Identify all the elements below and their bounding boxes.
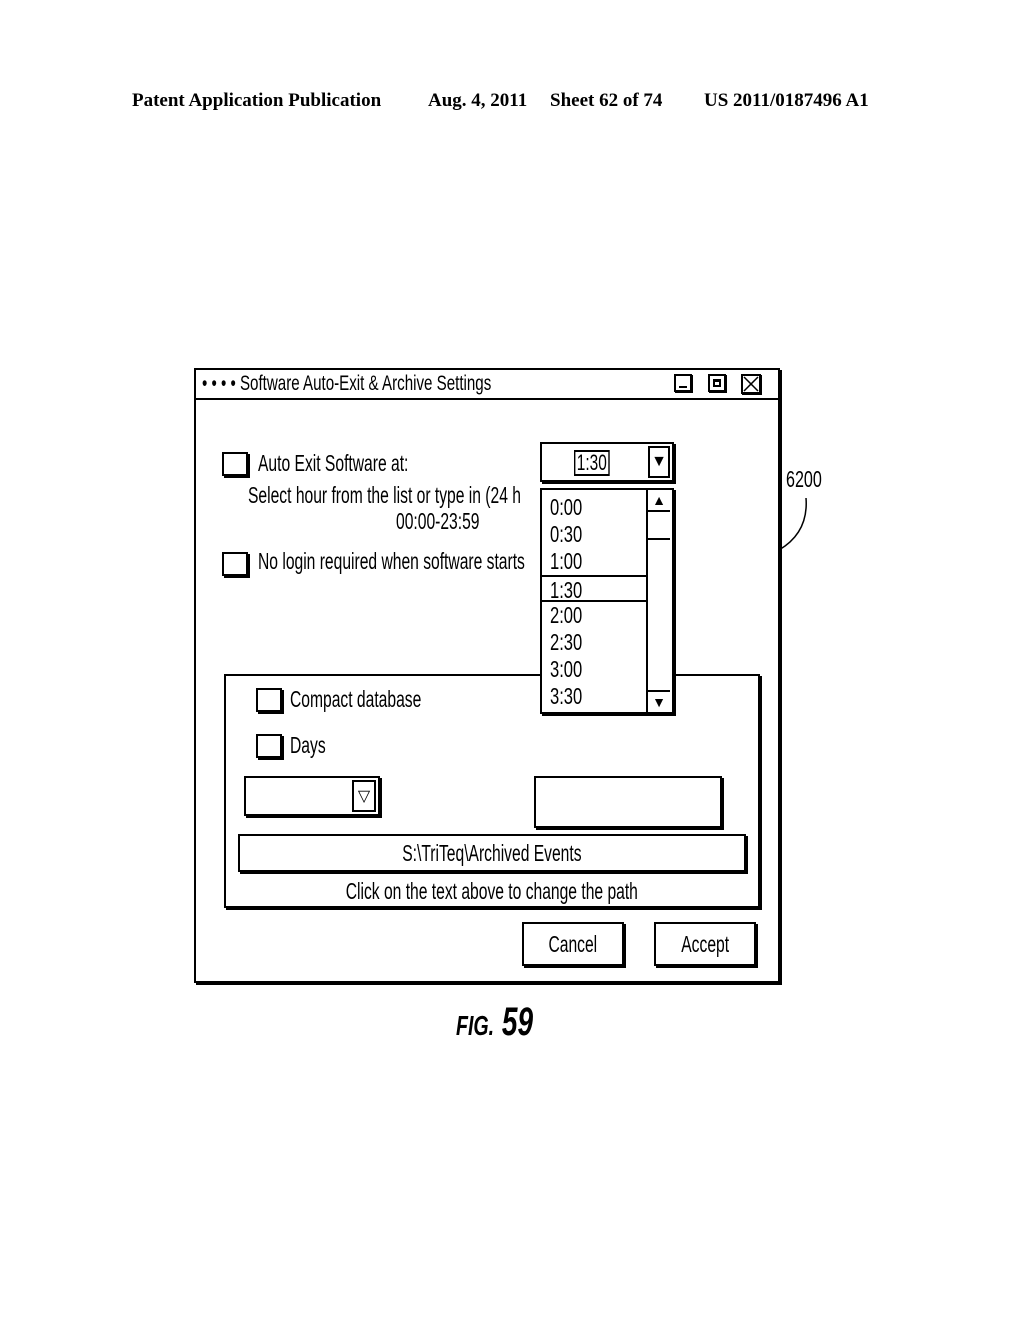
title-bar[interactable]: • • • • Software Auto-Exit & Archive Set… — [196, 370, 778, 400]
days-dropdown[interactable]: ▽ — [244, 776, 380, 816]
compact-database-checkbox[interactable] — [256, 688, 282, 712]
auto-exit-range: 00:00-23:59 — [396, 508, 480, 534]
scroll-thumb[interactable] — [648, 510, 670, 540]
compact-database-label: Compact database — [290, 686, 422, 712]
leader-line — [778, 497, 807, 551]
header-sheet: Sheet 62 of 74 — [550, 90, 663, 111]
dropdown-arrow-icon[interactable]: ▼ — [648, 446, 670, 478]
days-checkbox[interactable] — [256, 734, 282, 758]
figure-label: FIG. 59 — [456, 1000, 534, 1044]
accept-button[interactable]: Accept — [654, 922, 756, 966]
list-scrollbar[interactable]: ▲ ▼ — [646, 490, 670, 712]
list-item-selected[interactable]: 1:30 — [542, 575, 648, 603]
cancel-button[interactable]: Cancel — [522, 922, 624, 966]
maximize-icon[interactable] — [708, 374, 726, 392]
scroll-down-icon[interactable]: ▼ — [648, 690, 670, 712]
window-title: • • • • Software Auto-Exit & Archive Set… — [202, 372, 492, 395]
header-number: US 2011/0187496 A1 — [704, 90, 869, 111]
list-item[interactable]: 0:30 — [542, 521, 648, 548]
settings-window: • • • • Software Auto-Exit & Archive Set… — [194, 368, 780, 983]
path-hint: Click on the text above to change the pa… — [345, 878, 639, 904]
minimize-icon[interactable] — [674, 374, 692, 392]
no-login-checkbox[interactable] — [222, 552, 248, 576]
list-item[interactable]: 2:30 — [542, 629, 648, 656]
time-list[interactable]: 0:00 0:30 1:00 1:30 2:00 2:30 3:00 3:30 … — [540, 488, 674, 714]
archive-group: Compact database Days ▽ S:\TriTeq\Archiv… — [224, 674, 760, 908]
list-item[interactable]: 1:00 — [542, 548, 648, 575]
no-login-label: No login required when software starts — [258, 548, 525, 574]
close-icon[interactable] — [741, 374, 761, 394]
days-label: Days — [290, 732, 326, 758]
scroll-up-icon[interactable]: ▲ — [648, 490, 670, 512]
archive-path-button[interactable]: S:\TriTeq\Archived Events — [238, 834, 746, 872]
dropdown-arrow-icon[interactable]: ▽ — [352, 780, 376, 812]
auto-exit-time-dropdown[interactable]: 1:30 ▼ — [540, 442, 674, 482]
reference-numeral: 6200 — [786, 466, 822, 492]
archive-text-field[interactable] — [534, 776, 722, 828]
list-item[interactable]: 2:00 — [542, 602, 648, 629]
selected-time-value[interactable]: 1:30 — [574, 450, 610, 476]
list-item[interactable]: 3:30 — [542, 683, 648, 710]
auto-exit-checkbox[interactable] — [222, 452, 248, 476]
list-item[interactable]: 0:00 — [542, 494, 648, 521]
header-publication: Patent Application Publication — [132, 90, 382, 111]
header-date: Aug. 4, 2011 — [428, 90, 528, 111]
list-item[interactable]: 3:00 — [542, 656, 648, 683]
auto-exit-label: Auto Exit Software at: — [258, 450, 409, 476]
auto-exit-hint: Select hour from the list or type in (24… — [248, 482, 521, 508]
